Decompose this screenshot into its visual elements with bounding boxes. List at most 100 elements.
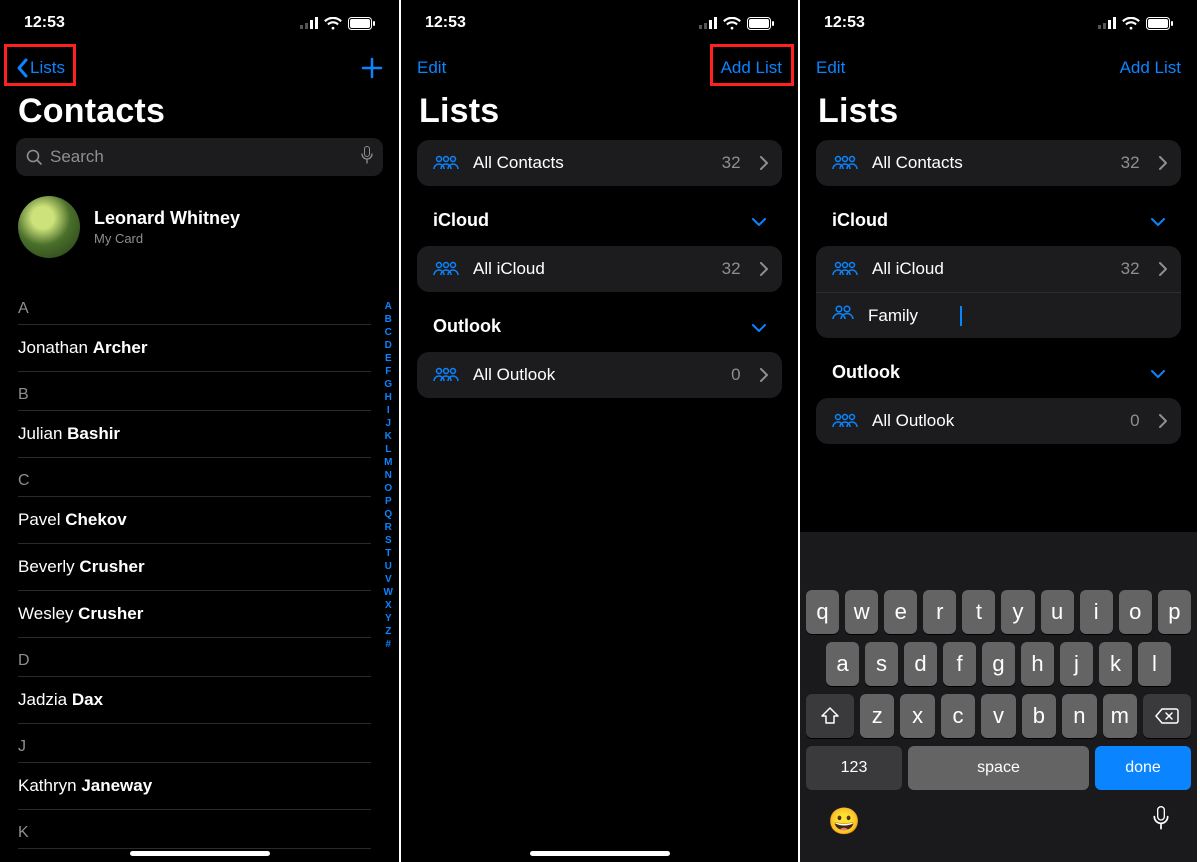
emoji-button[interactable]: 😀 <box>828 806 860 837</box>
key-l[interactable]: l <box>1138 642 1171 686</box>
search-input[interactable]: Search <box>16 138 383 176</box>
index-letter[interactable]: M <box>384 456 393 469</box>
key-r[interactable]: r <box>923 590 956 634</box>
key-space[interactable]: space <box>908 746 1089 790</box>
key-n[interactable]: n <box>1062 694 1096 738</box>
list-row-count: 32 <box>1121 153 1167 173</box>
dictate-button[interactable] <box>361 146 373 169</box>
index-letter[interactable]: O <box>384 482 393 495</box>
index-letter[interactable]: I <box>384 404 393 417</box>
key-e[interactable]: e <box>884 590 917 634</box>
key-s[interactable]: s <box>865 642 898 686</box>
key-shift[interactable] <box>806 694 854 738</box>
chevron-down-icon <box>752 210 766 231</box>
key-done[interactable]: done <box>1095 746 1191 790</box>
index-letter[interactable]: E <box>384 352 393 365</box>
contacts-list[interactable]: AJonathan ArcherBJulian BashirCPavel Che… <box>18 286 371 862</box>
key-y[interactable]: y <box>1001 590 1034 634</box>
key-backspace[interactable] <box>1143 694 1191 738</box>
contact-row[interactable]: Kathryn Janeway <box>18 763 371 810</box>
list-row[interactable]: All iCloud 32 <box>417 246 782 292</box>
index-letter[interactable]: S <box>384 534 393 547</box>
group-header[interactable]: Outlook <box>832 362 1165 383</box>
contact-row[interactable]: Wesley Crusher <box>18 591 371 638</box>
key-v[interactable]: v <box>981 694 1015 738</box>
home-indicator[interactable] <box>530 851 670 856</box>
key-f[interactable]: f <box>943 642 976 686</box>
add-list-button[interactable]: Add List <box>721 58 782 78</box>
key-h[interactable]: h <box>1021 642 1054 686</box>
index-letter[interactable]: T <box>384 547 393 560</box>
key-123[interactable]: 123 <box>806 746 902 790</box>
add-list-button[interactable]: Add List <box>1120 58 1181 78</box>
list-row[interactable]: All Outlook 0 <box>417 352 782 398</box>
edit-button[interactable]: Edit <box>816 58 845 78</box>
suggestion-bar[interactable] <box>800 532 1197 582</box>
key-u[interactable]: u <box>1041 590 1074 634</box>
index-letter[interactable]: J <box>384 417 393 430</box>
list-name-input[interactable] <box>868 306 948 326</box>
key-k[interactable]: k <box>1099 642 1132 686</box>
index-letter[interactable]: X <box>384 599 393 612</box>
index-letter[interactable]: Q <box>384 508 393 521</box>
key-g[interactable]: g <box>982 642 1015 686</box>
index-letter[interactable]: A <box>384 300 393 313</box>
list-row-editing[interactable] <box>816 292 1181 338</box>
add-contact-button[interactable] <box>361 57 383 79</box>
key-p[interactable]: p <box>1158 590 1191 634</box>
index-letter[interactable]: G <box>384 378 393 391</box>
key-q[interactable]: q <box>806 590 839 634</box>
list-row-all-contacts[interactable]: All Contacts 32 <box>417 140 782 186</box>
key-i[interactable]: i <box>1080 590 1113 634</box>
contact-row[interactable]: Beverly Crusher <box>18 544 371 591</box>
index-letter[interactable]: U <box>384 560 393 573</box>
index-letter[interactable]: P <box>384 495 393 508</box>
list-row[interactable]: All Outlook 0 <box>816 398 1181 444</box>
group-header[interactable]: Outlook <box>433 316 766 337</box>
my-card[interactable]: Leonard Whitney My Card <box>18 196 383 258</box>
home-indicator[interactable] <box>130 851 270 856</box>
list-row-label: All iCloud <box>473 259 545 279</box>
index-letter[interactable]: Y <box>384 612 393 625</box>
key-m[interactable]: m <box>1103 694 1137 738</box>
back-button[interactable]: Lists <box>16 58 65 78</box>
avatar <box>18 196 80 258</box>
key-c[interactable]: c <box>941 694 975 738</box>
index-letter[interactable]: V <box>384 573 393 586</box>
index-letter[interactable]: R <box>384 521 393 534</box>
key-b[interactable]: b <box>1022 694 1056 738</box>
key-o[interactable]: o <box>1119 590 1152 634</box>
key-w[interactable]: w <box>845 590 878 634</box>
key-j[interactable]: j <box>1060 642 1093 686</box>
index-letter[interactable]: D <box>384 339 393 352</box>
group-header[interactable]: iCloud <box>433 210 766 231</box>
index-letter[interactable]: Z <box>384 625 393 638</box>
index-letter[interactable]: C <box>384 326 393 339</box>
people-icon <box>830 413 860 429</box>
dictate-button[interactable] <box>1153 806 1169 837</box>
battery-icon <box>348 17 375 30</box>
index-letter[interactable]: B <box>384 313 393 326</box>
index-letter[interactable]: N <box>384 469 393 482</box>
section-index[interactable]: ABCDEFGHIJKLMNOPQRSTUVWXYZ# <box>384 300 393 651</box>
key-t[interactable]: t <box>962 590 995 634</box>
contact-row[interactable]: Julian Bashir <box>18 411 371 458</box>
key-a[interactable]: a <box>826 642 859 686</box>
index-letter[interactable]: K <box>384 430 393 443</box>
index-letter[interactable]: H <box>384 391 393 404</box>
index-letter[interactable]: L <box>384 443 393 456</box>
key-d[interactable]: d <box>904 642 937 686</box>
list-row-all-contacts[interactable]: All Contacts 32 <box>816 140 1181 186</box>
contact-row[interactable]: Pavel Chekov <box>18 497 371 544</box>
key-x[interactable]: x <box>900 694 934 738</box>
list-row-count: 0 <box>1130 411 1167 431</box>
contact-row[interactable]: Jadzia Dax <box>18 677 371 724</box>
contact-row[interactable]: Jonathan Archer <box>18 325 371 372</box>
index-letter[interactable]: F <box>384 365 393 378</box>
index-letter[interactable]: W <box>384 586 393 599</box>
group-header[interactable]: iCloud <box>832 210 1165 231</box>
edit-button[interactable]: Edit <box>417 58 446 78</box>
list-row[interactable]: All iCloud 32 <box>816 246 1181 292</box>
index-letter[interactable]: # <box>384 638 393 651</box>
key-z[interactable]: z <box>860 694 894 738</box>
